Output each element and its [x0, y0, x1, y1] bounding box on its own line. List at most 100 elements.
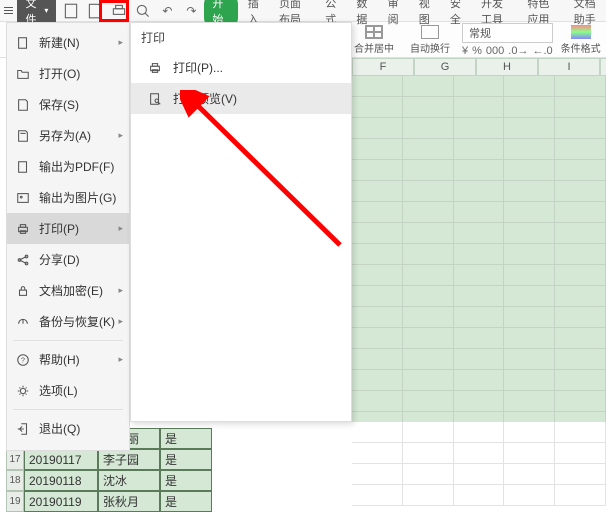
- caret-down-icon: ▾: [44, 6, 48, 15]
- menu-print-label: 打印(P): [39, 220, 79, 237]
- menu-print[interactable]: 打印(P) ▸: [7, 213, 129, 244]
- inc-decimal-icon[interactable]: .0→: [508, 45, 528, 57]
- printer-icon: [147, 60, 163, 76]
- menu-exit-label: 退出(Q): [39, 420, 80, 437]
- chevron-right-icon: ▸: [118, 223, 123, 234]
- merge-icon: [365, 25, 383, 39]
- cell[interactable]: 20190118: [24, 470, 98, 491]
- cell[interactable]: 20190117: [24, 449, 98, 470]
- image-icon: [15, 191, 31, 205]
- merge-label: 合并居中: [354, 40, 394, 55]
- merge-center-button[interactable]: 合并居中: [350, 23, 398, 57]
- cell[interactable]: 李子园: [98, 449, 160, 470]
- cell[interactable]: 张秋月: [98, 491, 160, 512]
- menu-share[interactable]: 分享(D): [7, 244, 129, 275]
- menu-pdf[interactable]: 输出为PDF(F): [7, 151, 129, 182]
- wrap-label: 自动换行: [410, 40, 450, 55]
- conditional-format-button[interactable]: 条件格式: [561, 25, 601, 55]
- col-header[interactable]: I: [538, 58, 600, 76]
- cell[interactable]: 是: [160, 470, 212, 491]
- menu-image[interactable]: 输出为图片(G): [7, 182, 129, 213]
- menu-new[interactable]: 新建(N) ▸: [7, 27, 129, 58]
- saveas-icon: [15, 129, 31, 143]
- menu-save-label: 保存(S): [39, 96, 79, 113]
- menu-backup-label: 备份与恢复(K): [39, 313, 115, 330]
- new-icon[interactable]: [62, 2, 80, 20]
- file-menu-panel: 新建(N) ▸ 打开(O) 保存(S) 另存为(A) ▸ 输出为PDF(F) 输…: [6, 22, 130, 451]
- comma-icon[interactable]: 000: [486, 45, 504, 57]
- highlight-annotation: [99, 0, 129, 22]
- menu-open[interactable]: 打开(O): [7, 58, 129, 89]
- col-header[interactable]: H: [476, 58, 538, 76]
- table-row[interactable]: 18 20190118 沈冰 是: [6, 470, 212, 491]
- menu-save[interactable]: 保存(S): [7, 89, 129, 120]
- undo-icon[interactable]: ↶: [158, 2, 176, 20]
- row-header[interactable]: 18: [6, 470, 24, 491]
- menu-saveas-label: 另存为(A): [39, 127, 91, 144]
- cell[interactable]: 是: [160, 491, 212, 512]
- chevron-right-icon: ▸: [118, 354, 123, 365]
- table-row[interactable]: 17 20190117 李子园 是: [6, 449, 212, 470]
- exit-icon: [15, 422, 31, 436]
- chevron-right-icon: ▸: [118, 37, 123, 48]
- submenu-print-label: 打印(P)...: [173, 59, 223, 76]
- percent-icon[interactable]: %: [472, 45, 482, 57]
- pdf-icon: [15, 160, 31, 174]
- folder-icon: [15, 67, 31, 81]
- chevron-right-icon: ▸: [118, 130, 123, 141]
- gear-icon: [15, 384, 31, 398]
- submenu-preview[interactable]: 打印预览(V): [131, 83, 351, 114]
- submenu-title: 打印: [131, 23, 351, 52]
- menu-help-label: 帮助(H): [39, 351, 80, 368]
- number-format-select[interactable]: 常规: [462, 23, 553, 43]
- menu-saveas[interactable]: 另存为(A) ▸: [7, 120, 129, 151]
- preview-icon: [147, 91, 163, 107]
- cell[interactable]: 沈冰: [98, 470, 160, 491]
- menu-options-label: 选项(L): [39, 382, 78, 399]
- col-header[interactable]: J: [600, 58, 606, 76]
- redo-icon[interactable]: ↷: [182, 2, 200, 20]
- share-icon: [15, 253, 31, 267]
- table-row[interactable]: 19 20190119 张秋月 是: [6, 491, 212, 512]
- chevron-right-icon: ▸: [118, 285, 123, 296]
- row-header[interactable]: 17: [6, 449, 24, 470]
- menu-options[interactable]: 选项(L): [7, 375, 129, 406]
- col-header[interactable]: F: [352, 58, 414, 76]
- print-submenu: 打印 打印(P)... 打印预览(V): [130, 22, 352, 422]
- wrap-text-button[interactable]: 自动换行: [406, 23, 454, 57]
- wrap-icon: [421, 25, 439, 39]
- menu-backup[interactable]: 备份与恢复(K) ▸: [7, 306, 129, 337]
- svg-text:?: ?: [21, 357, 25, 364]
- help-icon: ?: [15, 353, 31, 367]
- empty-grid[interactable]: [352, 422, 606, 512]
- menu-image-label: 输出为图片(G): [39, 189, 116, 206]
- backup-icon: [15, 315, 31, 329]
- cell[interactable]: 是: [160, 449, 212, 470]
- grid-area[interactable]: document.write(Array.from({length:17}).m…: [352, 76, 606, 424]
- print-icon: [15, 222, 31, 236]
- separator: [13, 409, 123, 410]
- new-doc-icon: [15, 36, 31, 50]
- preview-icon[interactable]: [134, 2, 152, 20]
- menu-encrypt[interactable]: 文档加密(E) ▸: [7, 275, 129, 306]
- cell[interactable]: 是: [160, 428, 212, 449]
- condfmt-icon: [571, 25, 591, 39]
- lock-icon: [15, 284, 31, 298]
- separator: [13, 340, 123, 341]
- cell[interactable]: 20190119: [24, 491, 98, 512]
- chevron-right-icon: ▸: [118, 316, 123, 327]
- row-header[interactable]: 19: [6, 491, 24, 512]
- menu-encrypt-label: 文档加密(E): [39, 282, 103, 299]
- menu-pdf-label: 输出为PDF(F): [39, 158, 114, 175]
- menu-share-label: 分享(D): [39, 251, 80, 268]
- submenu-print[interactable]: 打印(P)...: [131, 52, 351, 83]
- hamburger-icon[interactable]: [2, 3, 15, 19]
- col-header[interactable]: G: [414, 58, 476, 76]
- menu-help[interactable]: ? 帮助(H) ▸: [7, 344, 129, 375]
- menu-new-label: 新建(N): [39, 34, 80, 51]
- menu-exit[interactable]: 退出(Q): [7, 413, 129, 444]
- menu-open-label: 打开(O): [39, 65, 80, 82]
- currency-icon[interactable]: ¥: [462, 45, 468, 57]
- save-icon: [15, 98, 31, 112]
- dec-decimal-icon[interactable]: ←.0: [532, 45, 552, 57]
